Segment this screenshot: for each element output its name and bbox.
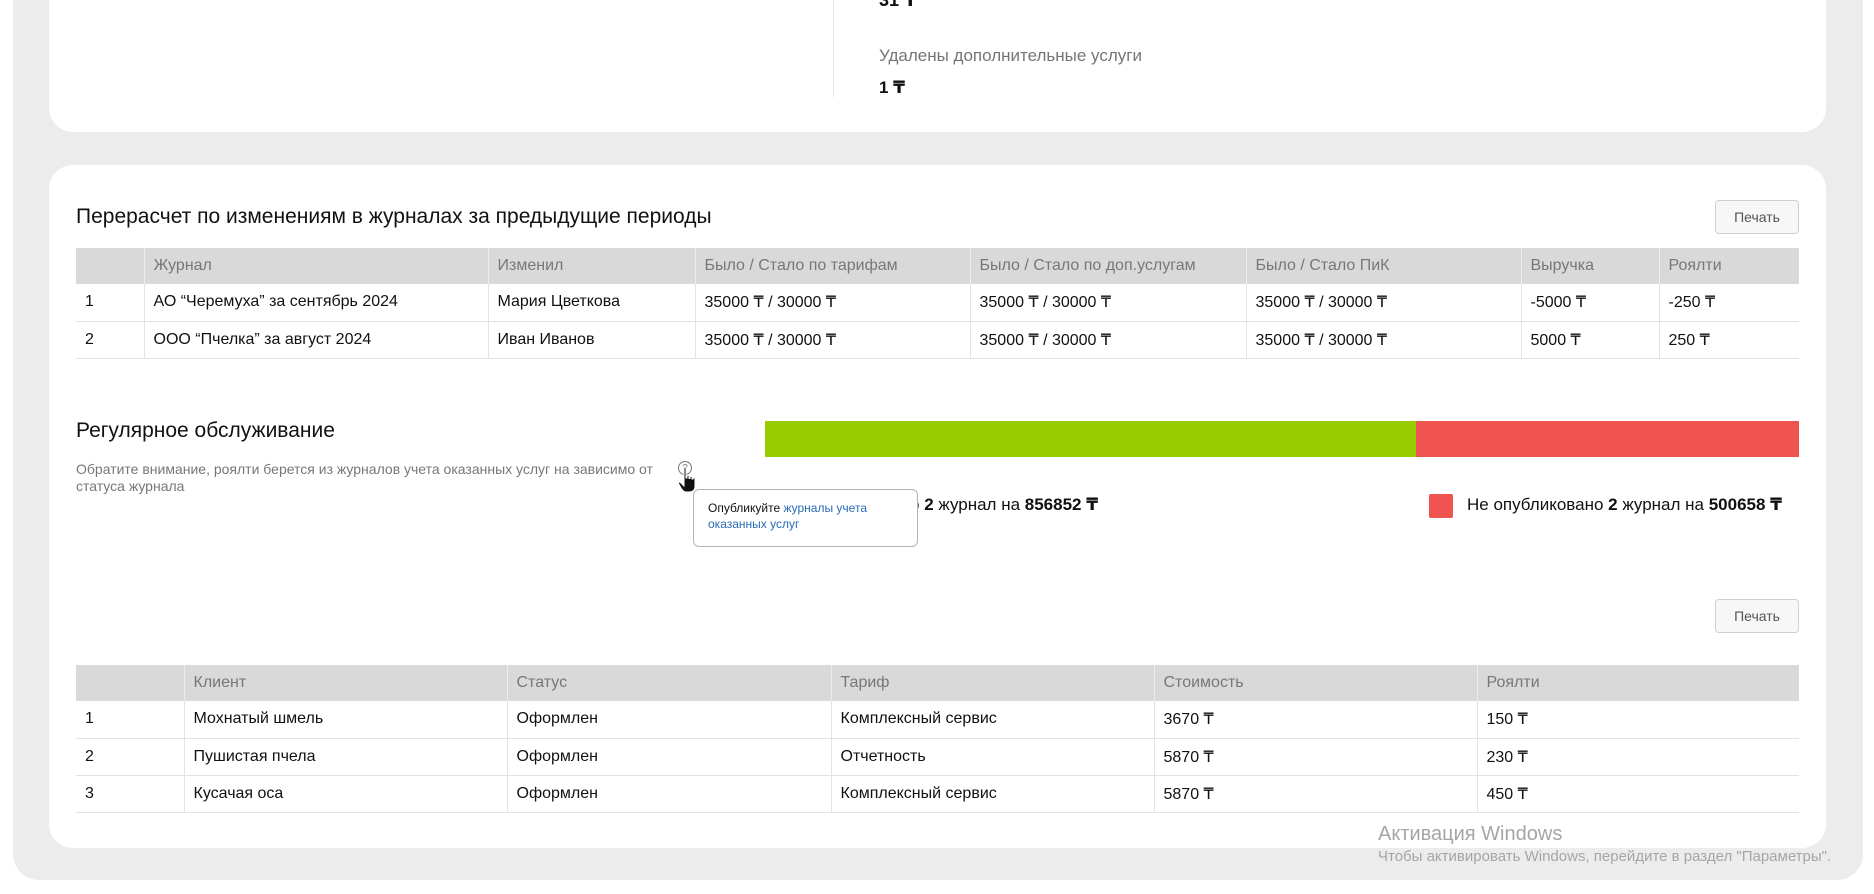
legend-published: о 2 журнал на 856852 ₸ bbox=[910, 495, 1098, 515]
table-cell: Оформлен bbox=[506, 701, 831, 739]
table-cell: 1 bbox=[76, 701, 184, 739]
table-cell: ООО “Пчелка” за август 2024 bbox=[143, 321, 488, 359]
table-cell: Мохнатый шмель bbox=[183, 701, 507, 739]
legend-published-middle: журнал на bbox=[933, 495, 1025, 514]
table-cell: 5870 ₸ bbox=[1153, 738, 1477, 776]
table-cell: 35000 ₸ / 30000 ₸ bbox=[1245, 321, 1521, 359]
windows-activation-title: Активация Windows bbox=[1378, 823, 1563, 845]
table-cell: Пушистая пчела bbox=[183, 738, 507, 776]
regular-title: Регулярное обслуживание bbox=[76, 419, 335, 442]
publish-tooltip: Опубликуйте журналы учета оказанных услу… bbox=[693, 489, 918, 547]
table-cell: 35000 ₸ / 30000 ₸ bbox=[694, 321, 970, 359]
table-cell: 450 ₸ bbox=[1476, 775, 1799, 813]
legend-published-amount: 856852 ₸ bbox=[1024, 495, 1099, 514]
table-cell: 3 bbox=[76, 775, 184, 813]
column-header: Тариф bbox=[830, 665, 1154, 701]
removed-services-label: Удалены дополнительные услуги bbox=[879, 46, 1142, 65]
table-cell: Комплексный сервис bbox=[830, 775, 1154, 813]
table-cell: Иван Иванов bbox=[487, 321, 695, 359]
table-cell: 5870 ₸ bbox=[1153, 775, 1477, 813]
column-header: Изменил bbox=[487, 248, 695, 284]
column-header: Журнал bbox=[143, 248, 488, 284]
column-header: Статус bbox=[506, 665, 831, 701]
table-cell: Комплексный сервис bbox=[830, 701, 1154, 739]
table-cell: 2 bbox=[76, 738, 184, 776]
table-cell: 5000 ₸ bbox=[1520, 321, 1659, 359]
legend-unpublished: Не опубликовано 2 журнал на 500658 ₸ bbox=[1467, 495, 1782, 515]
published-progress-bar bbox=[765, 421, 1416, 457]
table-row: 1 АО “Черемуха” за сентябрь 2024 Мария Цве… bbox=[76, 284, 1799, 322]
table-cell: 35000 ₸ / 30000 ₸ bbox=[969, 284, 1246, 322]
table-cell: 35000 ₸ / 30000 ₸ bbox=[1245, 284, 1521, 322]
tooltip-text: Опубликуйте bbox=[708, 501, 784, 515]
recalc-print-button[interactable]: Печать bbox=[1715, 200, 1799, 234]
summary-divider bbox=[833, 0, 834, 97]
column-header: Было / Стало по доп.услугам bbox=[969, 248, 1246, 284]
summary-card bbox=[49, 0, 1826, 132]
unpublished-progress-bar bbox=[1416, 421, 1799, 457]
column-header bbox=[76, 665, 184, 701]
regular-note: Обратите внимание, роялти берется из жур… bbox=[76, 461, 653, 494]
column-header: Было / Стало ПиК bbox=[1245, 248, 1521, 284]
table-row: 3 Кусачая оса Оформлен Комплексный сервис 58… bbox=[76, 775, 1799, 813]
table-row: 2 Пушистая пчела Оформлен Отчетность 5870 ₸ 2… bbox=[76, 738, 1799, 776]
table-cell: 150 ₸ bbox=[1476, 701, 1799, 739]
unpublished-legend-swatch bbox=[1429, 494, 1453, 518]
table-cell: -250 ₸ bbox=[1658, 284, 1799, 322]
column-header: Было / Стало по тарифам bbox=[694, 248, 970, 284]
table-cell: 2 bbox=[76, 321, 144, 359]
recalc-table: Журнал Изменил Было / Стало по тарифам Было… bbox=[76, 248, 1799, 359]
legend-published-count: 2 bbox=[924, 495, 934, 514]
table-cell: 250 ₸ bbox=[1658, 321, 1799, 359]
table-cell: -5000 ₸ bbox=[1520, 284, 1659, 322]
table-row: 2 ООО “Пчелка” за август 2024 Иван Иванов 3… bbox=[76, 321, 1799, 359]
legend-unpublished-middle: журнал на bbox=[1617, 495, 1709, 514]
table-cell: 1 bbox=[76, 284, 144, 322]
table-cell: Оформлен bbox=[506, 738, 831, 776]
windows-activation-subtitle: Чтобы активировать Windows, перейдите в … bbox=[1378, 848, 1832, 865]
column-header: Роялти bbox=[1658, 248, 1799, 284]
table-cell: Оформлен bbox=[506, 775, 831, 813]
table-cell: 3670 ₸ bbox=[1153, 701, 1477, 739]
table-cell: 35000 ₸ / 30000 ₸ bbox=[694, 284, 970, 322]
regular-print-button[interactable]: Печать bbox=[1715, 599, 1799, 633]
column-header bbox=[76, 248, 144, 284]
table-cell: 230 ₸ bbox=[1476, 738, 1799, 776]
table-cell: 35000 ₸ / 30000 ₸ bbox=[969, 321, 1246, 359]
legend-unpublished-amount: 500658 ₸ bbox=[1708, 495, 1782, 514]
column-header: Выручка bbox=[1520, 248, 1659, 284]
table-row: 1 Мохнатый шмель Оформлен Комплексный серви… bbox=[76, 701, 1799, 739]
removed-services-value: 1 ₸ bbox=[879, 78, 906, 97]
column-header: Стоимость bbox=[1153, 665, 1477, 701]
legend-unpublished-count: 2 bbox=[1608, 495, 1618, 514]
table-cell: АО “Черемуха” за сентябрь 2024 bbox=[143, 284, 488, 322]
column-header: Клиент bbox=[183, 665, 507, 701]
table-cell: Мария Цветкова bbox=[487, 284, 695, 322]
column-header: Роялти bbox=[1476, 665, 1799, 701]
legend-unpublished-prefix: Не опубликовано bbox=[1467, 495, 1609, 514]
recalc-title: Перерасчет по изменениям в журналах за п… bbox=[76, 205, 712, 228]
table-cell: Отчетность bbox=[830, 738, 1154, 776]
summary-cut-value: 31 ₸ bbox=[879, 0, 917, 10]
table-cell: Кусачая оса bbox=[183, 775, 507, 813]
regular-table: Клиент Статус Тариф Стоимость Роялти 1 Мохнат… bbox=[76, 665, 1799, 813]
